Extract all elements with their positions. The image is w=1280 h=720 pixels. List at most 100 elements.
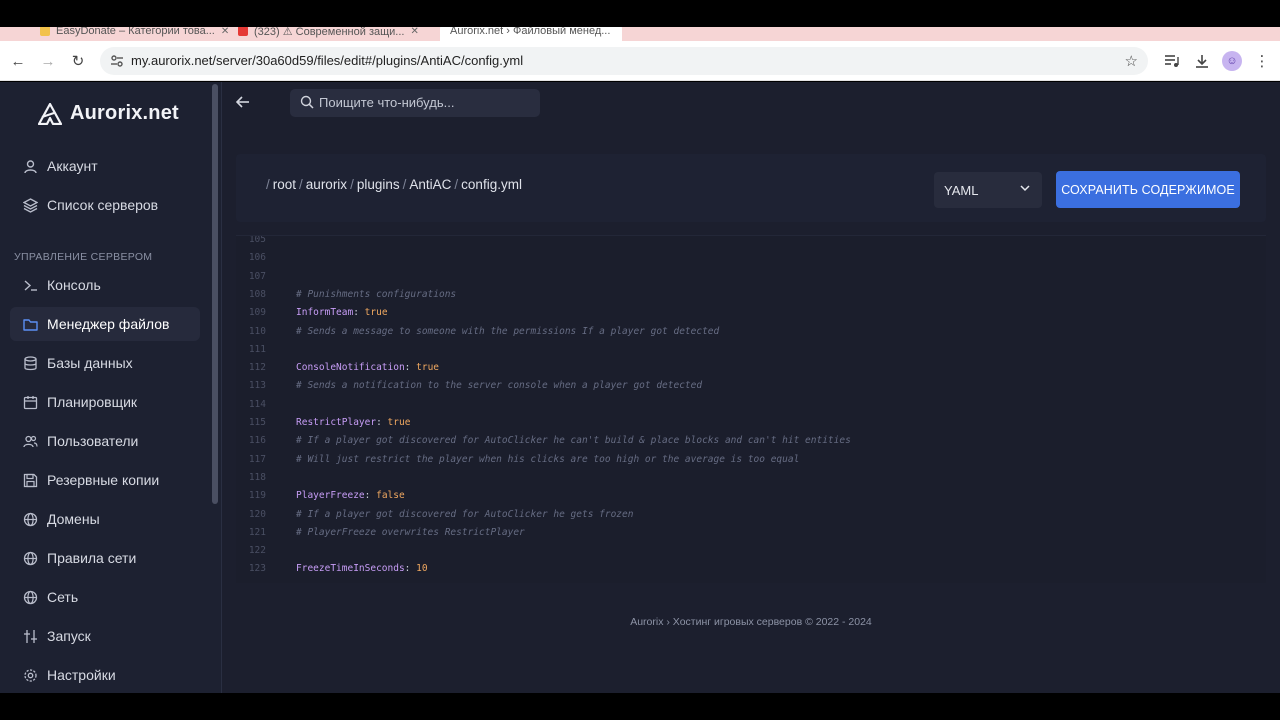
tab-label: EasyDonate – Категории това...: [56, 27, 215, 37]
startup-icon: [22, 628, 39, 645]
sidebar-item-scheduler[interactable]: Планировщик: [10, 385, 200, 419]
back-arrow-icon[interactable]: [235, 95, 250, 113]
code-line[interactable]: 123 FreezeTimeInSeconds: 10: [236, 560, 1266, 578]
code-line[interactable]: 112 ConsoleNotification: true: [236, 359, 1266, 377]
sidebar-item-databases[interactable]: Базы данных: [10, 346, 200, 380]
code-line[interactable]: 107: [236, 268, 1266, 286]
save-content-button[interactable]: СОХРАНИТЬ СОДЕРЖИМОЕ: [1056, 171, 1240, 208]
language-select[interactable]: YAML: [934, 172, 1042, 208]
bookmark-star-icon[interactable]: ☆: [1125, 52, 1138, 70]
line-number: 117: [248, 453, 266, 465]
line-number: 123: [248, 563, 266, 575]
sidebar-item-label: Правила сети: [47, 550, 137, 566]
tab-close-icon[interactable]: ✕: [410, 27, 418, 37]
sidebar-item-account[interactable]: Аккаунт: [10, 149, 200, 183]
browser-tab-active[interactable]: Aurorix.net › Файловый менед...: [440, 27, 622, 41]
line-number: 107: [248, 270, 266, 282]
url-text[interactable]: my.aurorix.net/server/30a60d59/files/edi…: [131, 53, 523, 68]
sidebar-item-label: Сеть: [47, 589, 79, 605]
code-line[interactable]: 110 # Sends a message to someone with the…: [236, 323, 1266, 341]
code-line[interactable]: 117 # Will just restrict the player when …: [236, 451, 1266, 469]
address-bar[interactable]: my.aurorix.net/server/30a60d59/files/edi…: [100, 47, 1148, 75]
line-number: 112: [248, 362, 266, 374]
site-settings-icon[interactable]: [110, 54, 124, 68]
breadcrumb-antiac[interactable]: AntiAC: [409, 177, 451, 192]
code-line[interactable]: 109 InformTeam: true: [236, 304, 1266, 322]
code-line[interactable]: 114: [236, 396, 1266, 414]
line-code: # Sends a message to someone with the pe…: [296, 323, 719, 341]
code-line[interactable]: 115 RestrictPlayer: true: [236, 414, 1266, 432]
sidebar-scrollbar[interactable]: [212, 84, 218, 504]
breadcrumb-plugins[interactable]: plugins: [357, 177, 400, 192]
sidebar-item-label: Запуск: [47, 628, 91, 644]
yaml-comment: # Will just restrict the player when his…: [296, 453, 800, 465]
code-line[interactable]: 121 # PlayerFreeze overwrites RestrictPla…: [236, 524, 1266, 542]
line-number: 110: [248, 325, 266, 337]
line-code: PlayerFreeze: false: [296, 487, 405, 505]
search-box[interactable]: [290, 89, 540, 117]
line-code: # If a player got discovered for AutoCli…: [296, 506, 633, 524]
browser-tab-1[interactable]: EasyDonate – Категории това... ✕: [40, 27, 229, 41]
brand-name: Aurorix.net: [70, 102, 179, 124]
globe-icon: [22, 511, 39, 528]
yaml-colon: :: [404, 563, 417, 575]
code-line[interactable]: 106: [236, 249, 1266, 267]
line-number: 108: [248, 288, 266, 300]
sidebar-item-servers[interactable]: Список серверов: [10, 188, 200, 222]
sidebar-item-label: Планировщик: [47, 394, 138, 410]
back-icon[interactable]: ←: [8, 51, 28, 71]
code-line[interactable]: 118: [236, 469, 1266, 487]
reload-icon[interactable]: ↻: [68, 51, 88, 71]
sidebar-item-console[interactable]: Консоль: [10, 268, 200, 302]
yaml-comment: # Sends a message to someone with the pe…: [296, 325, 720, 337]
tab-label: Aurorix.net › Файловый менед...: [450, 27, 611, 37]
code-line[interactable]: 105: [236, 236, 1266, 249]
yaml-value: true: [387, 417, 411, 428]
sidebar-item-domains[interactable]: Домены: [10, 502, 200, 536]
line-number: 116: [248, 435, 266, 447]
code-line[interactable]: 116 # If a player got discovered for Auto…: [236, 432, 1266, 450]
bottom-bar: [0, 693, 1280, 720]
browser-toolbar: ← → ↻ my.aurorix.net/server/30a60d59/fil…: [0, 41, 1280, 81]
browser-menu-icon[interactable]: ⋮: [1252, 51, 1272, 71]
app-root: Aurorix.net Аккаунт Список серверов УПРА…: [0, 82, 1280, 693]
sidebar-item-file-manager[interactable]: Менеджер файлов: [10, 307, 200, 341]
code-line[interactable]: 122: [236, 542, 1266, 560]
yaml-comment: # If a player got discovered for AutoCli…: [296, 508, 634, 520]
browser-tab-2[interactable]: (323) ⚠ Современной защи... ✕: [238, 27, 419, 41]
sidebar-item-users[interactable]: Пользователи: [10, 424, 200, 458]
download-icon[interactable]: [1192, 51, 1212, 71]
globe-rules-icon: [22, 550, 39, 567]
line-code: # PlayerFreeze overwrites RestrictPlayer: [296, 524, 525, 542]
line-number: 106: [248, 252, 266, 264]
line-number: 111: [248, 343, 266, 355]
media-playlist-icon[interactable]: [1162, 51, 1182, 71]
sidebar-item-settings[interactable]: Настройки: [10, 658, 200, 692]
breadcrumb-aurorix[interactable]: aurorix: [306, 177, 347, 192]
code-line[interactable]: 111: [236, 341, 1266, 359]
profile-avatar-icon[interactable]: ☺: [1222, 51, 1242, 71]
line-code: ConsoleNotification: true: [296, 359, 439, 377]
yaml-key: PlayerFreeze: [296, 490, 365, 502]
code-line[interactable]: 108 # Punishments configurations: [236, 286, 1266, 304]
search-input[interactable]: [319, 95, 529, 110]
brand-logo[interactable]: Aurorix.net: [38, 102, 179, 125]
forward-icon[interactable]: →: [38, 51, 58, 71]
code-line[interactable]: 113 # Sends a notification to the server …: [236, 377, 1266, 395]
line-number: 118: [248, 471, 266, 483]
sidebar-item-startup[interactable]: Запуск: [10, 619, 200, 653]
code-line[interactable]: 120 # If a player got discovered for Auto…: [236, 506, 1266, 524]
sidebar-item-backups[interactable]: Резервные копии: [10, 463, 200, 497]
sidebar-item-network-rules[interactable]: Правила сети: [10, 541, 200, 575]
tab-close-icon[interactable]: ✕: [221, 27, 229, 37]
breadcrumb-root[interactable]: root: [273, 177, 296, 192]
terminal-icon: [22, 277, 39, 294]
line-code: # Sends a notification to the server con…: [296, 377, 702, 395]
yaml-key: ConsoleNotification: [296, 362, 405, 374]
breadcrumb: / root / aurorix / plugins / AntiAC / config.yml: [266, 177, 522, 192]
sidebar-item-label: Базы данных: [47, 355, 133, 371]
sidebar-item-network[interactable]: Сеть: [10, 580, 200, 614]
youtube-favicon-icon: [238, 27, 248, 36]
code-line[interactable]: 119 PlayerFreeze: false: [236, 487, 1266, 505]
code-editor[interactable]: 105 106 107 108 # Punishments configurations…: [236, 235, 1266, 583]
